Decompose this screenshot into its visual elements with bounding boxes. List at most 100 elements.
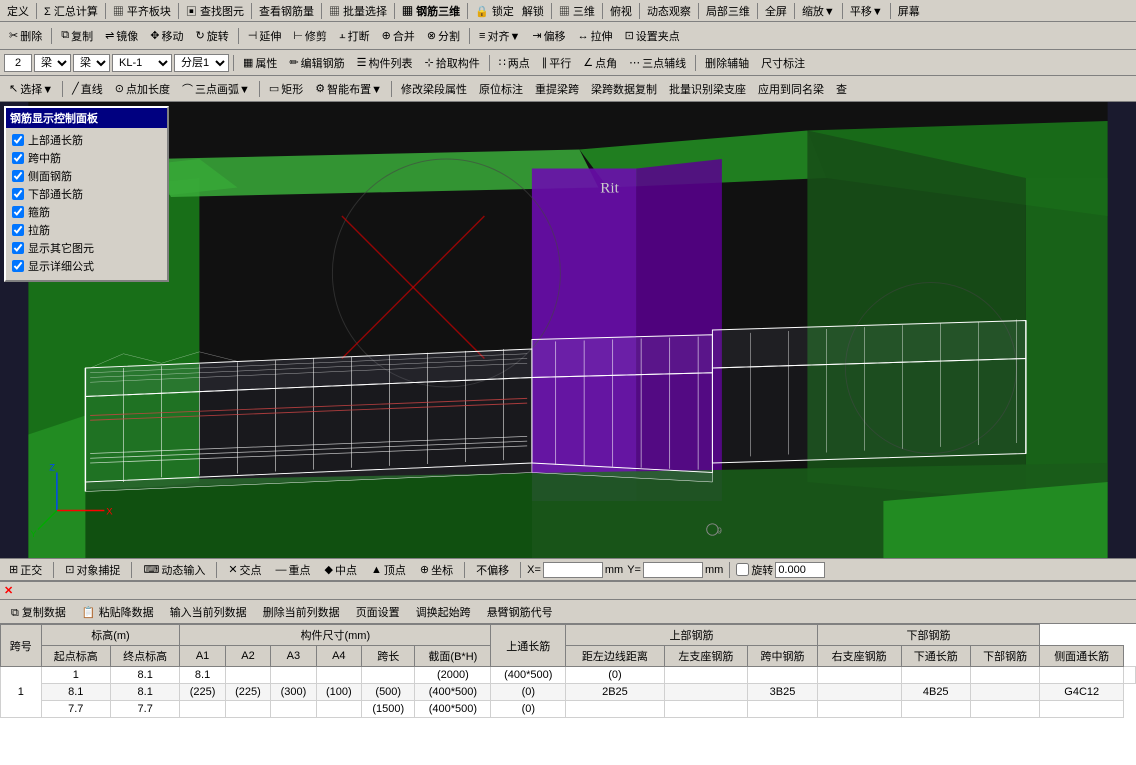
btn-dim[interactable]: 尺寸标注 <box>756 52 810 74</box>
btn-parallel[interactable]: ∥ 平行 <box>537 52 577 74</box>
checkbox-show-formula[interactable] <box>12 260 24 272</box>
btn-dynamic-input[interactable]: ⌨ 动态输入 <box>138 560 210 580</box>
rebar-item-7[interactable]: 显示详细公式 <box>12 258 161 274</box>
rotate-checkbox[interactable] <box>736 563 749 576</box>
menu-batch-select[interactable]: ▦ 批量选择 <box>326 2 390 20</box>
btn-apex[interactable]: ▲ 顶点 <box>366 560 411 580</box>
type2-select[interactable]: 梁 <box>73 54 110 72</box>
btn-snap[interactable]: ⊡ 对象捕捉 <box>60 560 125 580</box>
btn-delete[interactable]: ✂ 删除 <box>4 25 47 47</box>
menu-dynamic-observe[interactable]: 动态观察 <box>644 2 694 20</box>
menu-define[interactable]: 定义 <box>4 2 32 20</box>
btn-apply-same[interactable]: 应用到同名梁 <box>753 78 829 100</box>
layer-select[interactable]: 分层1 <box>174 54 229 72</box>
3d-viewport[interactable]: 9 Z X Y Rit 钢筋显示控制面板 上部通长筋 <box>0 102 1136 558</box>
menu-calc[interactable]: Σ 汇总计算 <box>41 2 101 20</box>
checkbox-lower-cont[interactable] <box>12 188 24 200</box>
rebar-item-3[interactable]: 下部通长筋 <box>12 186 161 202</box>
btn-extend[interactable]: ⊣ 延伸 <box>243 25 287 47</box>
btn-key-pt[interactable]: — 重点 <box>271 560 316 580</box>
btn-stretch[interactable]: ↔ 拉伸 <box>573 25 618 47</box>
rebar-item-5[interactable]: 拉筋 <box>12 222 161 238</box>
menu-screen[interactable]: 屏幕 <box>895 2 923 20</box>
btn-split[interactable]: ⊗ 分割 <box>422 25 465 47</box>
menu-rebar-3d[interactable]: ▦ 钢筋三维 <box>399 2 463 20</box>
btn-re-span[interactable]: 重提梁跨 <box>530 78 584 100</box>
btn-point-len[interactable]: ⊙ 点加长度 <box>110 78 175 100</box>
checkbox-stirrup[interactable] <box>12 206 24 218</box>
menu-fullscreen[interactable]: 全屏 <box>762 2 790 20</box>
btn-modify-seg[interactable]: 修改梁段属性 <box>396 78 472 100</box>
menu-align-slab[interactable]: ▦ 平齐板块 <box>110 2 174 20</box>
btn-offset[interactable]: ⇥ 偏移 <box>527 25 570 47</box>
btn-no-offset[interactable]: 不偏移 <box>471 560 514 580</box>
btn-cantilever-code[interactable]: 悬臂钢筋代号 <box>480 601 560 623</box>
btn-three-point-aux[interactable]: ⋯ 三点辅线 <box>624 52 691 74</box>
x-input[interactable] <box>543 562 603 578</box>
layer-num-input[interactable] <box>4 54 32 72</box>
btn-line[interactable]: ╱ 直线 <box>67 78 108 100</box>
btn-mirror[interactable]: ⇌ 镜像 <box>100 25 143 47</box>
menu-zoom[interactable]: 缩放▼ <box>799 2 838 20</box>
btn-del-aux[interactable]: 删除辅轴 <box>700 52 754 74</box>
btn-page-setup[interactable]: 页面设置 <box>349 601 407 623</box>
btn-property[interactable]: ▦ 属性 <box>238 52 282 74</box>
close-icon[interactable]: ✕ <box>4 584 13 597</box>
checkbox-side-rebar[interactable] <box>12 170 24 182</box>
menu-3d[interactable]: ▦ 三维 <box>556 2 598 20</box>
btn-arc[interactable]: ⌒ 三点画弧▼ <box>177 78 255 100</box>
menu-lock[interactable]: 🔒 锁定 <box>472 2 517 20</box>
btn-paste-data[interactable]: 📋 粘贴降数据 <box>75 601 161 623</box>
btn-grip[interactable]: ⊡ 设置夹点 <box>620 25 685 47</box>
btn-smart-layout[interactable]: ⚙ 智能布置▼ <box>310 78 387 100</box>
btn-rotate[interactable]: ↻ 旋转 <box>191 25 234 47</box>
rebar-item-0[interactable]: 上部通长筋 <box>12 132 161 148</box>
btn-rect[interactable]: ▭ 矩形 <box>264 78 308 100</box>
btn-copy[interactable]: ⧉ 复制 <box>56 25 98 47</box>
btn-intersect[interactable]: ✕ 交点 <box>223 560 266 580</box>
btn-move[interactable]: ✥ 移动 <box>145 25 188 47</box>
btn-del-col[interactable]: 删除当前列数据 <box>256 601 347 623</box>
btn-point-angle[interactable]: ∠ 点角 <box>578 52 622 74</box>
menu-pan[interactable]: 平移▼ <box>847 2 886 20</box>
menu-unlock[interactable]: 解锁 <box>519 2 547 20</box>
btn-two-point[interactable]: ∷ 两点 <box>494 52 535 74</box>
y-input[interactable] <box>643 562 703 578</box>
rebar-item-2[interactable]: 侧面钢筋 <box>12 168 161 184</box>
checkbox-show-other[interactable] <box>12 242 24 254</box>
btn-input-col[interactable]: 输入当前列数据 <box>163 601 254 623</box>
rebar-item-1[interactable]: 跨中筋 <box>12 150 161 166</box>
btn-edit-rebar[interactable]: ✏ 编辑钢筋 <box>284 52 349 74</box>
btn-merge[interactable]: ⊕ 合并 <box>377 25 420 47</box>
rebar-item-4[interactable]: 箍筋 <box>12 204 161 220</box>
btn-coord[interactable]: ⊕ 坐标 <box>415 560 458 580</box>
menu-view-rebar[interactable]: 查看钢筋量 <box>256 2 317 20</box>
checkbox-mid-rebar[interactable] <box>12 152 24 164</box>
checkbox-tie-bar[interactable] <box>12 224 24 236</box>
btn-copy-data[interactable]: ⧉ 复制数据 <box>4 601 73 623</box>
type1-select[interactable]: 梁 <box>34 54 71 72</box>
checkbox-upper-cont[interactable] <box>12 134 24 146</box>
btn-batch-support[interactable]: 批量识别梁支座 <box>664 78 751 100</box>
btn-align[interactable]: ≡ 对齐▼ <box>474 25 525 47</box>
btn-select[interactable]: ↖ 选择▼ <box>4 78 58 100</box>
rebar-item-6[interactable]: 显示其它图元 <box>12 240 161 256</box>
btn-break[interactable]: ⫠ 打断 <box>334 25 375 47</box>
menu-local-3d[interactable]: 局部三维 <box>703 2 753 20</box>
btn-swap-span[interactable]: 调换起始跨 <box>409 601 478 623</box>
menu-topview[interactable]: 俯视 <box>607 2 635 20</box>
name-select[interactable]: KL-1 <box>112 54 172 72</box>
btn-check[interactable]: 查 <box>831 78 852 100</box>
rotate-input[interactable] <box>775 562 825 578</box>
btn-comp-list[interactable]: ☰ 构件列表 <box>352 52 418 74</box>
btn-ortho[interactable]: ⊞ 正交 <box>4 560 47 580</box>
menu-find-elem[interactable]: ▣ 查找图元 <box>183 2 247 20</box>
btn-midpoint[interactable]: ◆ 中点 <box>320 560 362 580</box>
apex-icon: ▲ <box>371 564 382 576</box>
point-len-icon: ⊙ <box>115 82 124 95</box>
data-table-container[interactable]: 跨号 标高(m) 构件尺寸(mm) 上通长筋 上部钢筋 下部钢筋 起点标高 终点… <box>0 624 1136 765</box>
btn-span-copy[interactable]: 梁跨数据复制 <box>586 78 662 100</box>
btn-in-place-anno[interactable]: 原位标注 <box>474 78 528 100</box>
btn-trim[interactable]: ⊢ 修剪 <box>288 25 332 47</box>
btn-pick-comp[interactable]: ⊹ 拾取构件 <box>420 52 485 74</box>
